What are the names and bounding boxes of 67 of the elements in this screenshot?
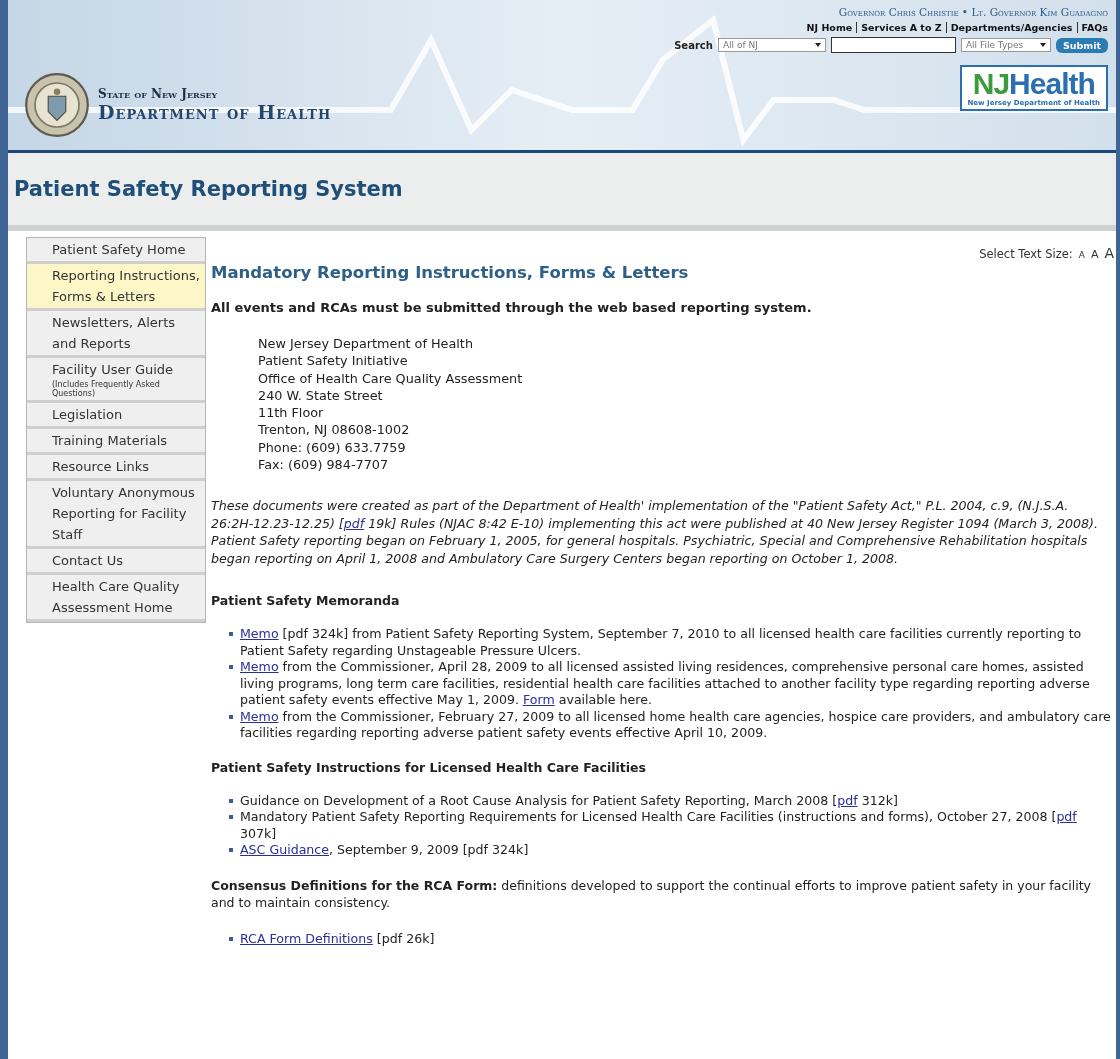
section-heading: Mandatory Reporting Instructions, Forms & Letters bbox=[211, 263, 690, 282]
sidebar-item[interactable]: Facility User Guide (Includes Frequently Asked Questions) bbox=[27, 358, 205, 403]
sidebar-item[interactable]: Patient Safety Home bbox=[27, 238, 205, 264]
bullet-icon bbox=[229, 798, 233, 803]
agency-state: State of New Jersey bbox=[98, 87, 219, 101]
sidebar-item[interactable]: Legislation bbox=[27, 403, 205, 429]
document-link[interactable]: Form bbox=[522, 692, 555, 707]
document-link[interactable]: RCA Form Definitions bbox=[240, 930, 373, 946]
bullet-icon bbox=[229, 632, 233, 636]
bullet-icon bbox=[229, 848, 233, 852]
address-line: 240 W. State Street bbox=[258, 386, 384, 405]
address-line: Trenton, NJ 08608-1002 bbox=[258, 421, 411, 439]
nav-link[interactable]: Services A to Z bbox=[856, 22, 942, 33]
address-line: New Jersey Department of Health bbox=[258, 335, 474, 353]
logo-health: Health bbox=[1009, 67, 1095, 100]
list-item: Memo from the Commissioner, February 27, 2009 to all licensed home health care agencies, hospice care providers, and ambulatory care facilities regarding reporting adverse patient safety events effective April 10, 2009. bbox=[240, 708, 1112, 742]
governor-line: Governor Chris Christie • Lt. Governor Kim Guadagno bbox=[838, 6, 1108, 18]
definition-paragraph: Consensus Definitions for the RCA Form: definitions developed to support the continual efforts to improve patient safety in your facility and to maintain consistency. bbox=[211, 876, 1092, 911]
address-line: Patient Safety Initiative bbox=[258, 352, 409, 370]
text-size-option[interactable]: A bbox=[1078, 250, 1085, 260]
sidebar-item[interactable]: Voluntary Anonymous Reporting for Facility Staff bbox=[27, 481, 205, 549]
text-size-option[interactable]: A bbox=[1104, 245, 1114, 261]
notice-text: All events and RCAs must be submitted through the web based reporting system. bbox=[211, 300, 813, 315]
text-size-option[interactable]: A bbox=[1090, 248, 1099, 261]
bullet-icon bbox=[229, 936, 233, 941]
address-line: Phone: (609) 633.7759 bbox=[258, 438, 407, 457]
submit-button[interactable]: Submit bbox=[1055, 37, 1108, 53]
list-item: Memo [pdf 324k] from Patient Safety Reporting System, September 7, 2010 to all licensed health care facilities currently reporting to Patient Safety regarding Unstageable Pressure Ulcers. bbox=[240, 626, 1083, 659]
page-title: Patient Safety Reporting System bbox=[14, 177, 403, 201]
document-link[interactable]: Memo bbox=[240, 626, 279, 641]
document-link[interactable]: ASC Guidance bbox=[240, 842, 329, 857]
subsection-heading: Patient Safety Instructions for Licensed Health Care Facilities bbox=[211, 759, 647, 775]
agency-name: Department of Health bbox=[98, 101, 332, 123]
logo-nj: NJ bbox=[972, 67, 1010, 100]
sidebar-item[interactable]: Contact Us bbox=[27, 549, 205, 575]
sidebar-item[interactable]: Newsletters, Alerts and Reports bbox=[27, 311, 205, 358]
list-item: Mandatory Patient Safety Reporting Requirements for Licensed Health Care Facilities (instructions and forms), October 27, 2008 [pdf 307k] bbox=[240, 809, 1078, 842]
nav-link[interactable]: FAQs bbox=[1076, 22, 1108, 33]
document-link[interactable]: pdf bbox=[837, 792, 858, 808]
nav-link[interactable]: NJ Home bbox=[806, 22, 853, 33]
sidebar-item[interactable]: Health Care Quality Assessment Home bbox=[27, 575, 205, 622]
file-type-select[interactable]: All File Types bbox=[960, 38, 1051, 52]
search-label: Search bbox=[674, 39, 713, 51]
bullet-icon bbox=[229, 665, 233, 669]
intro-paragraph: These documents were created as part of the Department of Health' implementation of the "Patient Safety Act," P.L. 2004, c.9, (N.J.S.A. 26:2H-12.23-12.25) [pdf 19k] Rules (NJAC 8:42 E-10) implementing this act were published at 40 New Jersey Register 1094 (March 3, 2008). Patient Safety reporting began on February 1, 2005, for general hospitals. Psychiatric, Special and Comprehensive Rehabilitation hospitals began reporting on April 1, 2008 and Ambulatory Care Surgery Centers began reporting on October 1, 2008. bbox=[211, 497, 1099, 567]
address-line: 11th Floor bbox=[258, 404, 325, 422]
seal-icon bbox=[24, 72, 90, 138]
document-link[interactable]: pdf bbox=[1056, 809, 1077, 824]
address-line: Office of Health Care Quality Assessment bbox=[258, 369, 524, 387]
document-link[interactable]: Memo bbox=[240, 659, 279, 674]
sidebar-item[interactable]: Training Materials bbox=[27, 429, 205, 455]
text-size-label: Select Text Size: bbox=[979, 247, 1073, 261]
search-field[interactable] bbox=[830, 37, 956, 53]
bullet-icon bbox=[229, 815, 233, 819]
subsection-heading: Patient Safety Memoranda bbox=[211, 593, 401, 608]
list-item: ASC Guidance, September 9, 2009 [pdf 324k] bbox=[240, 842, 529, 859]
address-line: Fax: (609) 984-7707 bbox=[258, 456, 390, 474]
document-link[interactable]: Memo bbox=[240, 708, 279, 724]
bullet-icon bbox=[229, 714, 233, 719]
list-item: RCA Form Definitions [pdf 26k] bbox=[240, 930, 435, 947]
pdf-link[interactable]: pdf bbox=[343, 515, 365, 531]
sidebar-item[interactable]: Resource Links bbox=[27, 455, 205, 481]
list-item: Memo from the Commissioner, April 28, 2009 to all licensed assisted living residences, comprehensive personal care homes, assisted living programs, long term care facilities, residential health care facilities attached to another facility type regarding reporting adverse patient safety events effective May 1, 2009. Form available here. bbox=[240, 659, 1091, 709]
nav-link[interactable]: Departments/Agencies bbox=[945, 22, 1073, 33]
sidebar-item[interactable]: Reporting Instructions, Forms & Letters bbox=[27, 264, 205, 311]
list-item: Guidance on Development of a Root Cause Analysis for Patient Safety Reporting, March 2008 [pdf 312k] bbox=[240, 792, 898, 809]
scope-select[interactable]: All of NJ bbox=[717, 38, 826, 52]
